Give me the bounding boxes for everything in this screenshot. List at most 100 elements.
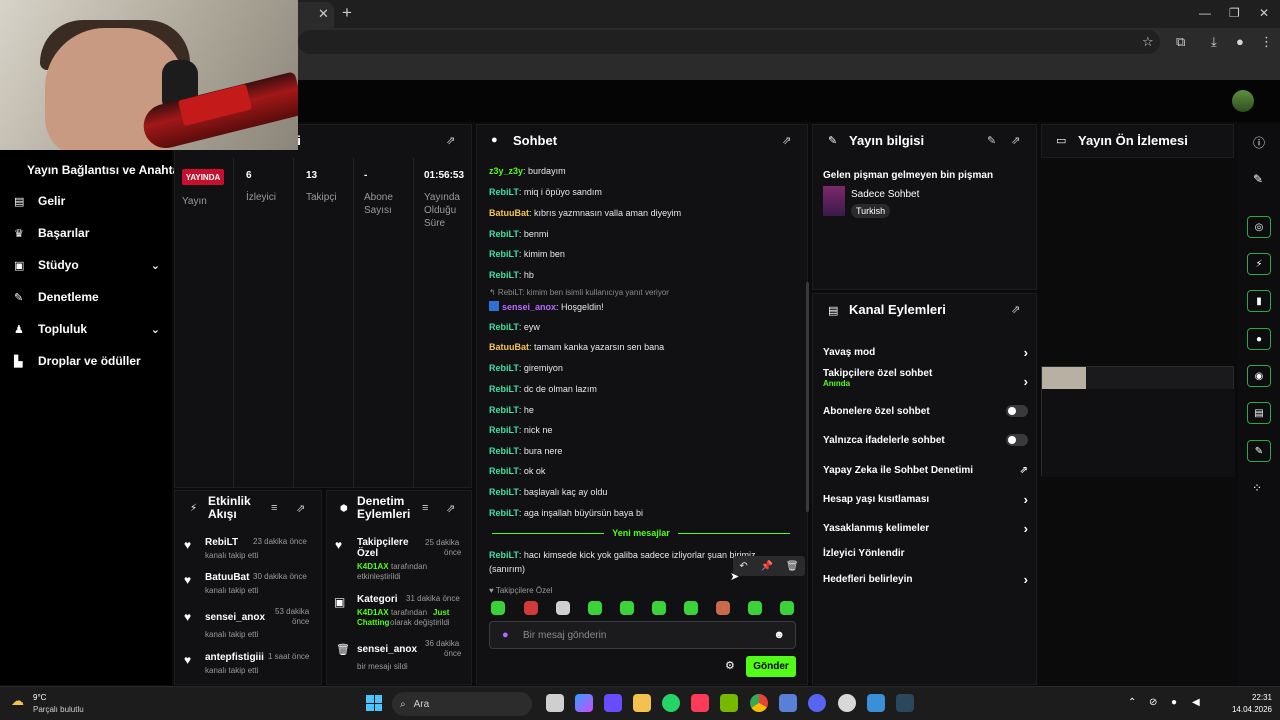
- copilot-icon[interactable]: [575, 694, 593, 712]
- mod-item-title[interactable]: Özel: [357, 548, 378, 559]
- sidebar-item-gelir[interactable]: ▤ Gelir: [14, 191, 160, 211]
- mod-item-title[interactable]: Takipçilere: [357, 537, 409, 548]
- chat-username[interactable]: RebiLT: [489, 187, 519, 197]
- task-view-icon[interactable]: [546, 694, 564, 712]
- popout-icon[interactable]: ⇗: [446, 134, 455, 147]
- microphone-icon[interactable]: ●: [1171, 697, 1177, 708]
- rail-button-capture[interactable]: ◎: [1247, 216, 1271, 238]
- chat-username[interactable]: RebiLT: [489, 487, 519, 497]
- whatsapp-icon[interactable]: [662, 694, 680, 712]
- popout-icon[interactable]: ⇗: [446, 502, 455, 515]
- steam-icon[interactable]: [896, 694, 914, 712]
- emote-icon[interactable]: [588, 601, 602, 615]
- network-off-icon[interactable]: ⊘: [1149, 697, 1157, 708]
- download-icon[interactable]: ⤓: [1211, 34, 1217, 50]
- mod-item-actor[interactable]: K4D1AX: [357, 608, 389, 617]
- popout-icon[interactable]: ⇗: [1011, 134, 1020, 147]
- app-icon[interactable]: [604, 694, 622, 712]
- emote-icon[interactable]: [684, 601, 698, 615]
- filter-icon[interactable]: ≡: [271, 502, 277, 514]
- user-avatar[interactable]: [1232, 90, 1254, 112]
- info-icon[interactable]: ⓘ: [1253, 134, 1265, 151]
- emote-icon[interactable]: [491, 601, 505, 615]
- set-goals-row[interactable]: Hedefleri belirleyin ›: [823, 570, 1028, 588]
- chat-username[interactable]: RebiLT: [489, 508, 519, 518]
- ai-moderation-row[interactable]: Yapay Zeka ile Sohbet Denetimi ⇗: [823, 461, 1028, 479]
- settings-gear-icon[interactable]: ⚙: [725, 659, 735, 672]
- new-tab-button[interactable]: +: [342, 3, 352, 23]
- chat-username[interactable]: RebiLT: [489, 229, 519, 239]
- profile-icon[interactable]: ●: [1236, 34, 1244, 49]
- chat-username[interactable]: RebiLT: [489, 270, 519, 280]
- emote-icon[interactable]: [716, 601, 730, 615]
- edit-pencil-icon[interactable]: ✎: [987, 134, 996, 147]
- chat-username[interactable]: RebiLT: [489, 249, 519, 259]
- chat-username[interactable]: RebiLT: [489, 384, 519, 394]
- maximize-icon[interactable]: ❐: [1229, 6, 1240, 20]
- app-icon[interactable]: [867, 694, 885, 712]
- rail-button-tools[interactable]: ✎: [1247, 440, 1271, 462]
- chat-input[interactable]: ● Bir mesaj gönderin ☻: [489, 621, 796, 649]
- extensions-icon[interactable]: ⧉: [1176, 34, 1185, 50]
- event-user[interactable]: antepfistigiii: [205, 652, 264, 663]
- popout-icon[interactable]: ⇗: [1011, 303, 1020, 316]
- followers-only-row[interactable]: Takipçilere özel sohbet Anında ›: [823, 368, 1028, 396]
- chrome-icon[interactable]: [750, 694, 768, 712]
- app-icon[interactable]: [779, 694, 797, 712]
- menu-icon[interactable]: ⋮: [1260, 34, 1273, 50]
- start-button[interactable]: [366, 695, 382, 711]
- chat-scrollbar[interactable]: [806, 282, 809, 512]
- delete-icon[interactable]: 🗑: [786, 561, 799, 572]
- address-bar[interactable]: [298, 30, 1160, 54]
- sidebar-item-basarilar[interactable]: ♛ Başarılar: [14, 223, 160, 243]
- nvidia-icon[interactable]: [720, 694, 738, 712]
- chat-username[interactable]: RebiLT: [489, 550, 519, 560]
- emoji-icon[interactable]: ☻: [773, 629, 785, 641]
- subscribers-only-row[interactable]: Abonelere özel sohbet: [823, 402, 1028, 420]
- clock-date[interactable]: 14.04.2026: [1212, 705, 1272, 714]
- pin-icon[interactable]: 📌: [761, 561, 773, 572]
- emote-icon[interactable]: [620, 601, 634, 615]
- chat-username[interactable]: RebiLT: [489, 466, 519, 476]
- rail-button-chat[interactable]: ●: [1247, 328, 1271, 350]
- event-user[interactable]: sensei_anox: [205, 612, 265, 623]
- rail-button-flash[interactable]: ⚡: [1247, 253, 1271, 275]
- emote-icon[interactable]: [780, 601, 794, 615]
- more-icon[interactable]: ⁘: [1252, 481, 1262, 495]
- new-messages-divider[interactable]: Yeni mesajlar: [484, 527, 798, 539]
- emote-icon[interactable]: [748, 601, 762, 615]
- rail-button-broadcast[interactable]: ◉: [1247, 365, 1271, 387]
- filter-icon[interactable]: ≡: [422, 502, 428, 514]
- popout-icon[interactable]: ⇗: [782, 134, 791, 147]
- chat-username[interactable]: BatuuBat: [489, 208, 529, 218]
- toggle-switch[interactable]: [1006, 434, 1028, 446]
- discord-icon[interactable]: [808, 694, 826, 712]
- music-icon[interactable]: [691, 694, 709, 712]
- chat-username[interactable]: RebiLT: [489, 446, 519, 456]
- sidebar-item-studyo[interactable]: ▣ Stüdyo ⌄: [14, 255, 160, 275]
- mod-item-title[interactable]: Kategori: [357, 594, 398, 605]
- clock-time[interactable]: 22:31: [1226, 693, 1272, 702]
- account-age-row[interactable]: Hesap yaşı kısıtlaması ›: [823, 490, 1028, 508]
- chat-username[interactable]: sensei_anox: [502, 302, 556, 312]
- mod-item-actor[interactable]: K4D1AX: [357, 562, 389, 571]
- mod-item-title[interactable]: sensei_anox: [357, 644, 417, 655]
- event-user[interactable]: RebiLT: [205, 537, 238, 548]
- microphone-icon[interactable]: ●: [502, 629, 509, 641]
- close-window-icon[interactable]: ✕: [1259, 6, 1269, 20]
- toggle-switch[interactable]: [1006, 405, 1028, 417]
- slow-mode-row[interactable]: Yavaş mod ›: [823, 343, 1028, 361]
- emote-icon[interactable]: [524, 601, 538, 615]
- sidebar-item-droplar[interactable]: ▙ Droplar ve ödüller: [14, 351, 160, 371]
- stream-preview[interactable]: [1041, 366, 1235, 477]
- sidebar-item-denetleme[interactable]: ✎ Denetleme: [14, 287, 160, 307]
- bookmark-star-icon[interactable]: ☆: [1142, 34, 1154, 50]
- sidebar-item-topluluk[interactable]: ♟ Topluluk ⌄: [14, 319, 160, 339]
- sidebar-title[interactable]: Yayın Bağlantısı ve Anahtarı: [27, 163, 187, 177]
- rail-button-layout[interactable]: ▤: [1247, 402, 1271, 424]
- chat-username[interactable]: RebiLT: [489, 425, 519, 435]
- close-tab-icon[interactable]: ✕: [318, 6, 329, 22]
- edit-pencil-icon[interactable]: ✎: [1253, 172, 1263, 186]
- chat-username[interactable]: RebiLT: [489, 322, 519, 332]
- stream-category[interactable]: Sadece Sohbet: [851, 189, 919, 200]
